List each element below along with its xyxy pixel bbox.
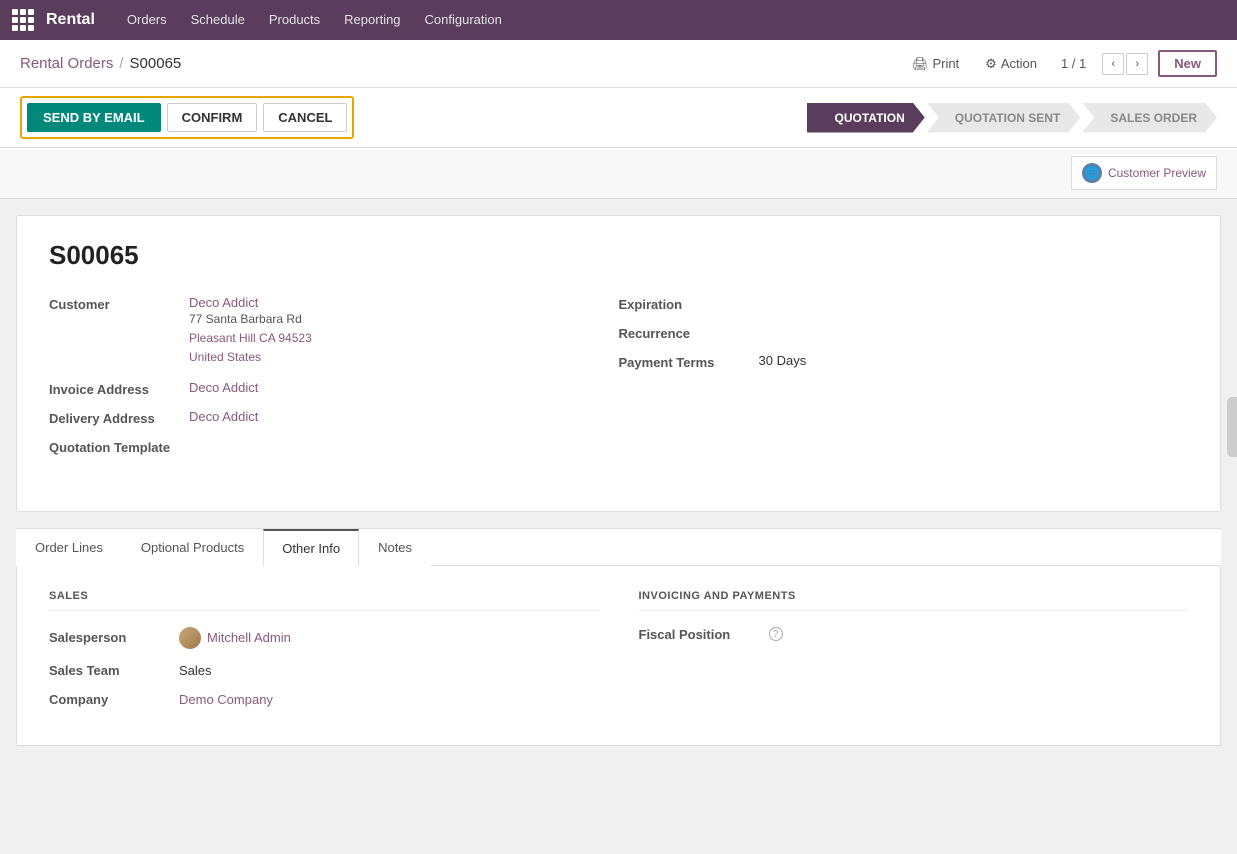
- invoicing-section: INVOICING AND PAYMENTS Fiscal Position ?: [639, 590, 1189, 721]
- invoice-address-field-row: Invoice Address Deco Addict: [49, 380, 579, 397]
- two-col-section: SALES Salesperson Mitchell Admin Sales T…: [49, 590, 1188, 721]
- invoice-address-link[interactable]: Deco Addict: [189, 380, 258, 395]
- tab-other-info[interactable]: Other Info: [263, 529, 359, 566]
- new-button[interactable]: New: [1158, 50, 1217, 77]
- customer-preview-label: Customer Preview: [1108, 166, 1206, 180]
- nav-item-products[interactable]: Products: [257, 0, 332, 40]
- recurrence-field-row: Recurrence: [619, 324, 1149, 341]
- customer-preview-button[interactable]: 🌐 Customer Preview: [1071, 156, 1217, 190]
- pipeline-step-sales-order[interactable]: SALES ORDER: [1082, 103, 1217, 133]
- print-icon: 🖨: [912, 56, 929, 72]
- salesperson-label: Salesperson: [49, 630, 179, 645]
- action-bar: SEND BY EMAIL CONFIRM CANCEL QUOTATION Q…: [0, 88, 1237, 148]
- confirm-button[interactable]: CONFIRM: [167, 103, 258, 132]
- print-button[interactable]: 🖨 Print: [904, 52, 967, 76]
- fiscal-position-field-row: Fiscal Position ?: [639, 627, 1189, 642]
- top-nav: Rental Orders Schedule Products Reportin…: [0, 0, 1237, 40]
- delivery-address-label: Delivery Address: [49, 409, 189, 426]
- payment-terms-label: Payment Terms: [619, 353, 759, 370]
- sales-section: SALES Salesperson Mitchell Admin Sales T…: [49, 590, 599, 721]
- next-record-button[interactable]: ›: [1126, 53, 1148, 75]
- quotation-template-label: Quotation Template: [49, 438, 189, 455]
- salesperson-field-row: Salesperson Mitchell Admin: [49, 627, 599, 649]
- salesperson-value: Mitchell Admin: [179, 627, 291, 649]
- recurrence-label: Recurrence: [619, 324, 759, 341]
- sales-team-field-row: Sales Team Sales: [49, 663, 599, 678]
- customer-name-link[interactable]: Deco Addict: [189, 295, 258, 310]
- customer-field-row: Customer Deco Addict 77 Santa Barbara Rd…: [49, 295, 579, 368]
- company-field-row: Company Demo Company: [49, 692, 599, 707]
- tab-optional-products[interactable]: Optional Products: [122, 529, 263, 566]
- expiration-label: Expiration: [619, 295, 759, 312]
- company-value-link[interactable]: Demo Company: [179, 692, 273, 707]
- nav-item-orders[interactable]: Orders: [115, 0, 179, 40]
- tab-notes[interactable]: Notes: [359, 529, 431, 566]
- delivery-address-value: Deco Addict: [189, 409, 258, 424]
- company-label: Company: [49, 692, 179, 707]
- avatar: [179, 627, 201, 649]
- right-sidebar-stripe: [1227, 397, 1237, 457]
- customer-value: Deco Addict 77 Santa Barbara Rd Pleasant…: [189, 295, 312, 368]
- fiscal-position-help-icon[interactable]: ?: [769, 627, 783, 641]
- cancel-button[interactable]: CANCEL: [263, 103, 347, 132]
- salesperson-name-link[interactable]: Mitchell Admin: [207, 630, 291, 645]
- nav-item-reporting[interactable]: Reporting: [332, 0, 412, 40]
- pipeline-step-quotation-sent[interactable]: QUOTATION SENT: [927, 103, 1081, 133]
- form-card: S00065 Customer Deco Addict 77 Santa Bar…: [16, 215, 1221, 512]
- globe-icon: 🌐: [1082, 163, 1102, 183]
- header-bar: Rental Orders / S00065 🖨 Print ⚙ Action …: [0, 40, 1237, 88]
- pipeline-step-quotation[interactable]: QUOTATION: [807, 103, 925, 133]
- fiscal-position-label: Fiscal Position: [639, 627, 769, 642]
- action-buttons-group: SEND BY EMAIL CONFIRM CANCEL: [20, 96, 354, 139]
- nav-arrows: ‹ ›: [1102, 53, 1148, 75]
- invoice-address-value: Deco Addict: [189, 380, 258, 395]
- tabs-header: Order Lines Optional Products Other Info…: [16, 529, 1221, 566]
- customer-address1: 77 Santa Barbara Rd: [189, 310, 312, 329]
- tab-order-lines[interactable]: Order Lines: [16, 529, 122, 566]
- record-counter: 1 / 1: [1061, 56, 1086, 71]
- delivery-address-link[interactable]: Deco Addict: [189, 409, 258, 424]
- send-email-button[interactable]: SEND BY EMAIL: [27, 103, 161, 132]
- customer-address2: Pleasant Hill CA 94523: [189, 329, 312, 348]
- action-label: Action: [1001, 56, 1037, 71]
- invoicing-section-title: INVOICING AND PAYMENTS: [639, 590, 1189, 611]
- brand-label[interactable]: Rental: [46, 11, 95, 29]
- tabs-section: Order Lines Optional Products Other Info…: [16, 528, 1221, 566]
- breadcrumb-parent[interactable]: Rental Orders: [20, 55, 113, 72]
- breadcrumb: Rental Orders / S00065: [20, 55, 181, 72]
- customer-label: Customer: [49, 295, 189, 312]
- tab-content-other-info: SALES Salesperson Mitchell Admin Sales T…: [16, 566, 1221, 746]
- print-label: Print: [932, 56, 959, 71]
- header-actions: 🖨 Print ⚙ Action 1 / 1 ‹ › New: [904, 50, 1217, 77]
- quotation-template-field-row: Quotation Template: [49, 438, 579, 455]
- payment-terms-value[interactable]: 30 Days: [759, 353, 807, 368]
- order-number: S00065: [49, 240, 1188, 271]
- sales-team-value[interactable]: Sales: [179, 663, 212, 678]
- breadcrumb-current: S00065: [130, 55, 182, 72]
- form-left-column: Customer Deco Addict 77 Santa Barbara Rd…: [49, 295, 619, 467]
- customer-address3: United States: [189, 348, 312, 367]
- action-button[interactable]: ⚙ Action: [977, 52, 1045, 76]
- sales-team-label: Sales Team: [49, 663, 179, 678]
- nav-item-configuration[interactable]: Configuration: [413, 0, 514, 40]
- prev-record-button[interactable]: ‹: [1102, 53, 1124, 75]
- expiration-field-row: Expiration: [619, 295, 1149, 312]
- breadcrumb-separator: /: [119, 55, 123, 72]
- grid-menu-icon[interactable]: [12, 9, 34, 31]
- nav-item-schedule[interactable]: Schedule: [179, 0, 257, 40]
- status-pipeline: QUOTATION QUOTATION SENT SALES ORDER: [807, 103, 1217, 133]
- invoice-address-label: Invoice Address: [49, 380, 189, 397]
- gear-icon: ⚙: [985, 56, 997, 72]
- customer-preview-area: 🌐 Customer Preview: [0, 148, 1237, 199]
- delivery-address-field-row: Delivery Address Deco Addict: [49, 409, 579, 426]
- sales-section-title: SALES: [49, 590, 599, 611]
- payment-terms-field-row: Payment Terms 30 Days: [619, 353, 1149, 370]
- form-grid: Customer Deco Addict 77 Santa Barbara Rd…: [49, 295, 1188, 467]
- form-right-column: Expiration Recurrence Payment Terms 30 D…: [619, 295, 1189, 467]
